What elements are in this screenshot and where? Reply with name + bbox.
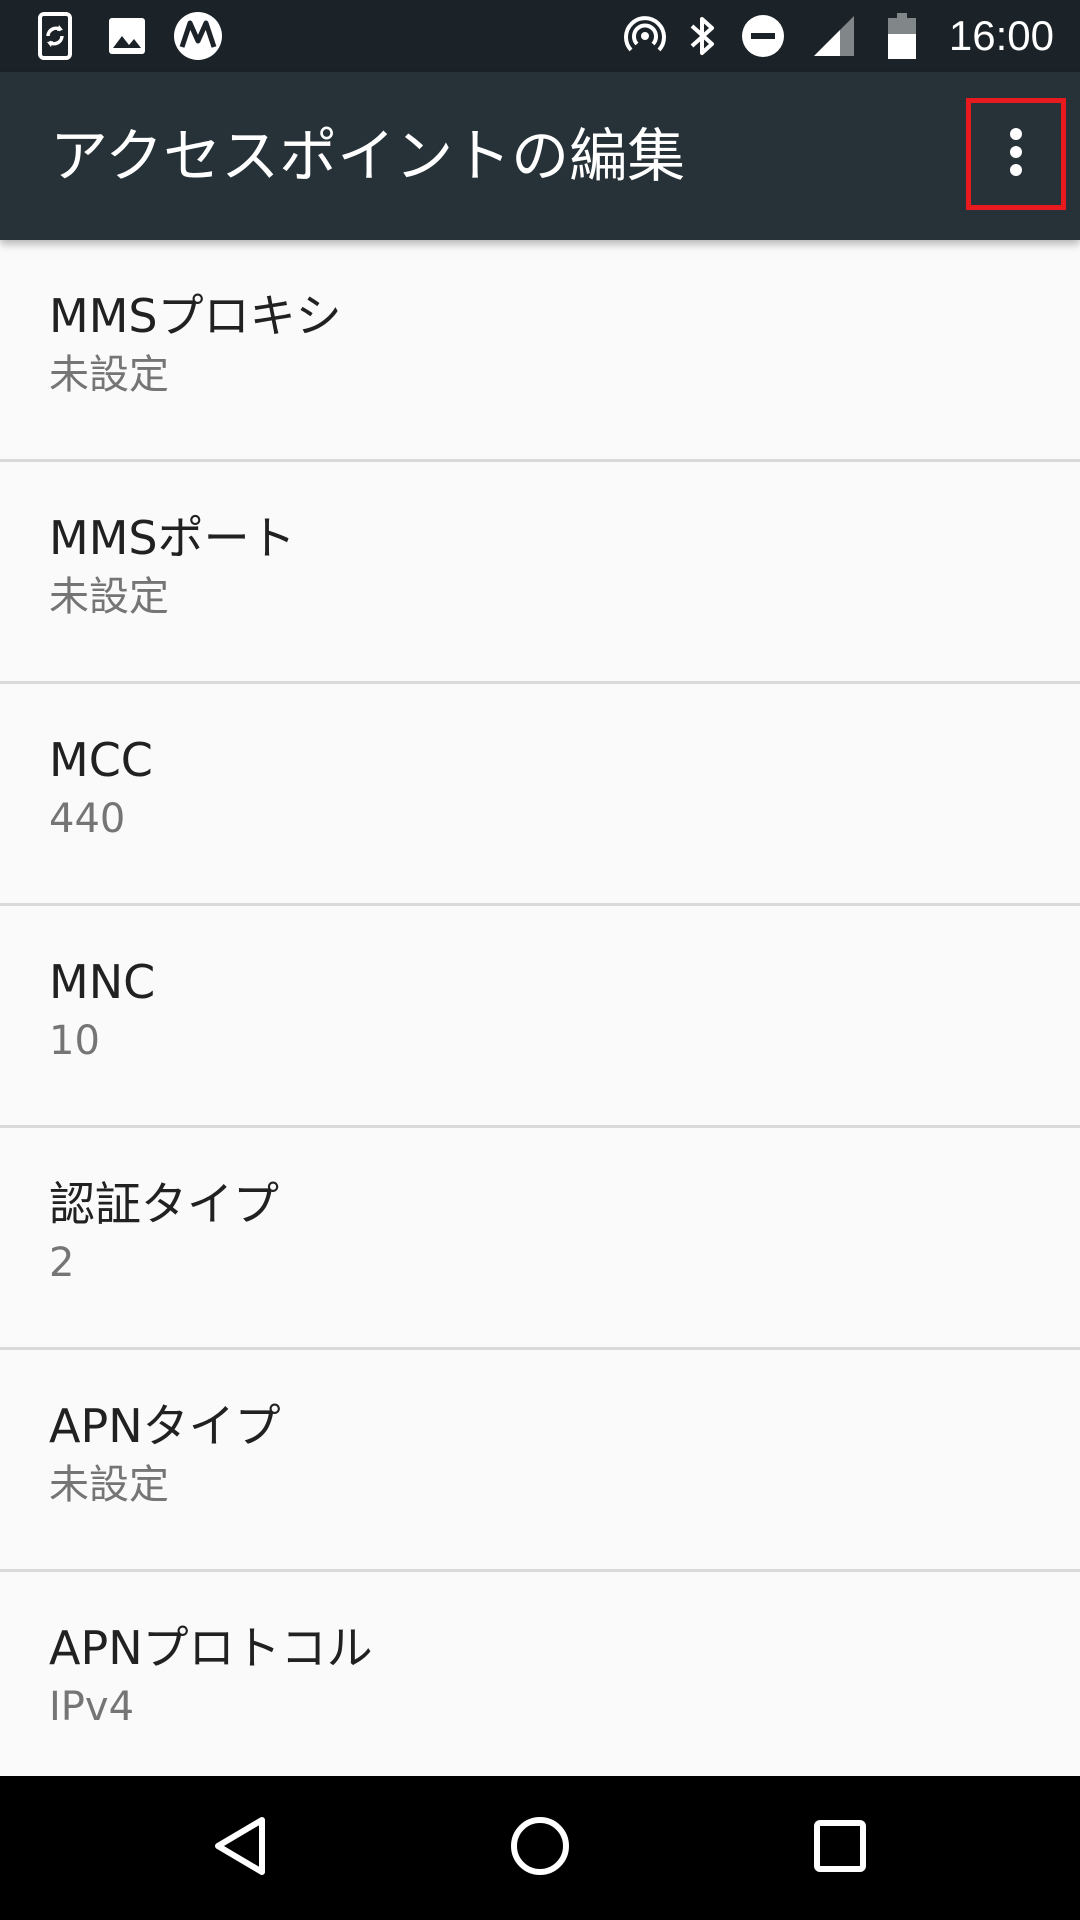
navigation-bar bbox=[0, 1776, 1080, 1920]
setting-title: MCC bbox=[49, 733, 153, 787]
recents-button[interactable] bbox=[800, 1808, 880, 1888]
home-button[interactable] bbox=[500, 1808, 580, 1888]
setting-mnc[interactable]: MNC 10 bbox=[0, 906, 1080, 1128]
setting-apn-type[interactable]: APNタイプ 未設定 bbox=[0, 1350, 1080, 1572]
status-time: 16:00 bbox=[948, 12, 1054, 59]
cell-signal-icon bbox=[812, 12, 856, 60]
setting-summary: 10 bbox=[49, 1018, 100, 1064]
setting-summary: 440 bbox=[49, 796, 126, 842]
status-bar: 16:00 bbox=[0, 0, 1080, 72]
setting-mms-proxy[interactable]: MMSプロキシ 未設定 bbox=[0, 240, 1080, 462]
setting-title: MMSプロキシ bbox=[49, 289, 342, 343]
setting-summary: 未設定 bbox=[49, 574, 169, 620]
motorola-logo-icon bbox=[172, 12, 224, 60]
setting-mcc[interactable]: MCC 440 bbox=[0, 684, 1080, 906]
setting-summary: 未設定 bbox=[49, 352, 169, 398]
setting-title: 認証タイプ bbox=[49, 1177, 279, 1231]
setting-title: APNプロトコル bbox=[49, 1621, 373, 1675]
do-not-disturb-icon bbox=[740, 12, 786, 60]
setting-title: APNタイプ bbox=[49, 1399, 281, 1453]
back-icon bbox=[210, 1814, 270, 1882]
home-icon bbox=[508, 1814, 572, 1882]
recents-icon bbox=[812, 1818, 868, 1878]
setting-mms-port[interactable]: MMSポート 未設定 bbox=[0, 462, 1080, 684]
bluetooth-icon bbox=[686, 12, 720, 60]
setting-summary: 2 bbox=[49, 1240, 75, 1286]
setting-apn-protocol[interactable]: APNプロトコル IPv4 bbox=[0, 1572, 1080, 1791]
page-title: アクセスポイントの編集 bbox=[50, 122, 686, 190]
more-options-button[interactable] bbox=[966, 98, 1066, 210]
back-button[interactable] bbox=[200, 1808, 280, 1888]
hotspot-icon bbox=[622, 12, 668, 60]
more-vert-icon bbox=[1006, 126, 1026, 182]
battery-icon bbox=[886, 12, 918, 60]
setting-summary: 未設定 bbox=[49, 1462, 169, 1508]
image-icon bbox=[106, 12, 148, 60]
setting-title: MNC bbox=[49, 955, 156, 1009]
setting-auth-type[interactable]: 認証タイプ 2 bbox=[0, 1128, 1080, 1350]
sync-phone-icon bbox=[36, 12, 76, 60]
settings-list: MMSプロキシ 未設定 MMSポート 未設定 MCC 440 MNC 10 認証… bbox=[0, 240, 1080, 1791]
setting-summary: IPv4 bbox=[49, 1684, 135, 1730]
app-bar: アクセスポイントの編集 bbox=[0, 72, 1080, 240]
setting-title: MMSポート bbox=[49, 511, 296, 565]
